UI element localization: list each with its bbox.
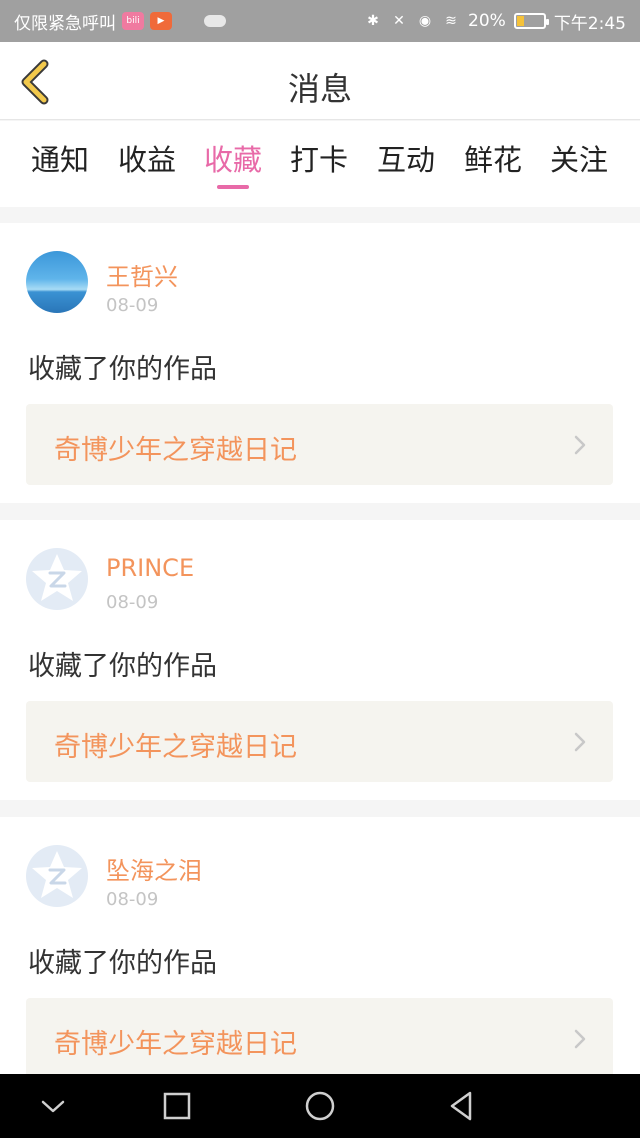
message-card: 坠海之泪 08-09 收藏了你的作品 奇博少年之穿越日记: [0, 817, 640, 1097]
tab-notice[interactable]: 通知: [17, 137, 103, 197]
work-title: 奇博少年之穿越日记: [54, 435, 297, 466]
cloud-icon: [204, 15, 226, 27]
wifi-icon: ≋: [445, 13, 457, 29]
page-title: 消息: [287, 70, 352, 108]
status-bar: 仅限紧急呼叫 bili ▶ ✱ ✕ ◉ ≋ 20% 下午2:45: [0, 0, 640, 42]
chevron-right-icon: [574, 435, 586, 455]
message-card: 王哲兴 08-09 收藏了你的作品 奇博少年之穿越日记: [0, 223, 640, 503]
battery-text: 20%: [468, 11, 506, 31]
message-action: 收藏了你的作品: [28, 948, 217, 979]
avatar[interactable]: [26, 251, 88, 313]
bluetooth-icon: ✱: [367, 13, 379, 29]
message-date: 08-09: [106, 889, 159, 910]
tab-earnings[interactable]: 收益: [104, 137, 190, 197]
battery-icon: [513, 13, 549, 29]
tab-label: 互动: [376, 143, 435, 177]
bilibili-icon: bili: [122, 12, 144, 30]
screen: 仅限紧急呼叫 bili ▶ ✱ ✕ ◉ ≋ 20% 下午2:45 消息 通知 收…: [0, 0, 640, 1138]
tab-checkin[interactable]: 打卡: [276, 137, 362, 197]
back-nav-icon[interactable]: [446, 1090, 478, 1122]
mute-icon: ✕: [393, 13, 405, 29]
home-icon[interactable]: [304, 1090, 336, 1122]
system-nav-bar: [0, 1074, 640, 1138]
hide-nav-icon[interactable]: [37, 1090, 69, 1122]
message-date: 08-09: [106, 592, 159, 613]
tab-following[interactable]: 关注: [536, 137, 622, 197]
tab-label: 打卡: [289, 143, 348, 177]
username[interactable]: PRINCE: [106, 554, 194, 582]
recent-apps-icon[interactable]: [161, 1090, 193, 1122]
tab-label: 通知: [30, 143, 89, 177]
username[interactable]: 坠海之泪: [106, 851, 202, 886]
tab-bar: 通知 收益 收藏 打卡 互动 鲜花 关注: [0, 121, 640, 207]
username[interactable]: 王哲兴: [106, 257, 178, 292]
chevron-right-icon: [574, 732, 586, 752]
message-date: 08-09: [106, 295, 159, 316]
tab-interaction[interactable]: 互动: [363, 137, 449, 197]
active-tab-indicator: [217, 185, 249, 189]
work-link[interactable]: 奇博少年之穿越日记: [26, 998, 613, 1079]
work-link[interactable]: 奇博少年之穿越日记: [26, 701, 613, 782]
message-action: 收藏了你的作品: [28, 354, 217, 385]
work-title: 奇博少年之穿越日记: [54, 732, 297, 763]
status-right: ✱ ✕ ◉ ≋ 20% 下午2:45: [364, 9, 626, 34]
chevron-right-icon: [574, 1029, 586, 1049]
status-left: 仅限紧急呼叫 bili ▶: [14, 9, 226, 34]
tab-label: 鲜花: [463, 143, 522, 177]
carrier-text: 仅限紧急呼叫: [14, 13, 116, 34]
work-link[interactable]: 奇博少年之穿越日记: [26, 404, 613, 485]
work-title: 奇博少年之穿越日记: [54, 1029, 297, 1060]
tab-label: 收藏: [203, 143, 262, 177]
tab-flowers[interactable]: 鲜花: [450, 137, 536, 197]
clock: 下午2:45: [553, 13, 626, 34]
tab-favorites[interactable]: 收藏: [190, 137, 276, 197]
video-app-icon: ▶: [150, 12, 172, 30]
tab-label: 收益: [117, 143, 176, 177]
tab-label: 关注: [549, 143, 608, 177]
message-card: PRINCE 08-09 收藏了你的作品 奇博少年之穿越日记: [0, 520, 640, 800]
header: 消息: [0, 42, 640, 120]
eye-icon: ◉: [418, 13, 432, 29]
default-avatar-icon[interactable]: [26, 548, 88, 610]
default-avatar-icon[interactable]: [26, 845, 88, 907]
message-action: 收藏了你的作品: [28, 651, 217, 682]
